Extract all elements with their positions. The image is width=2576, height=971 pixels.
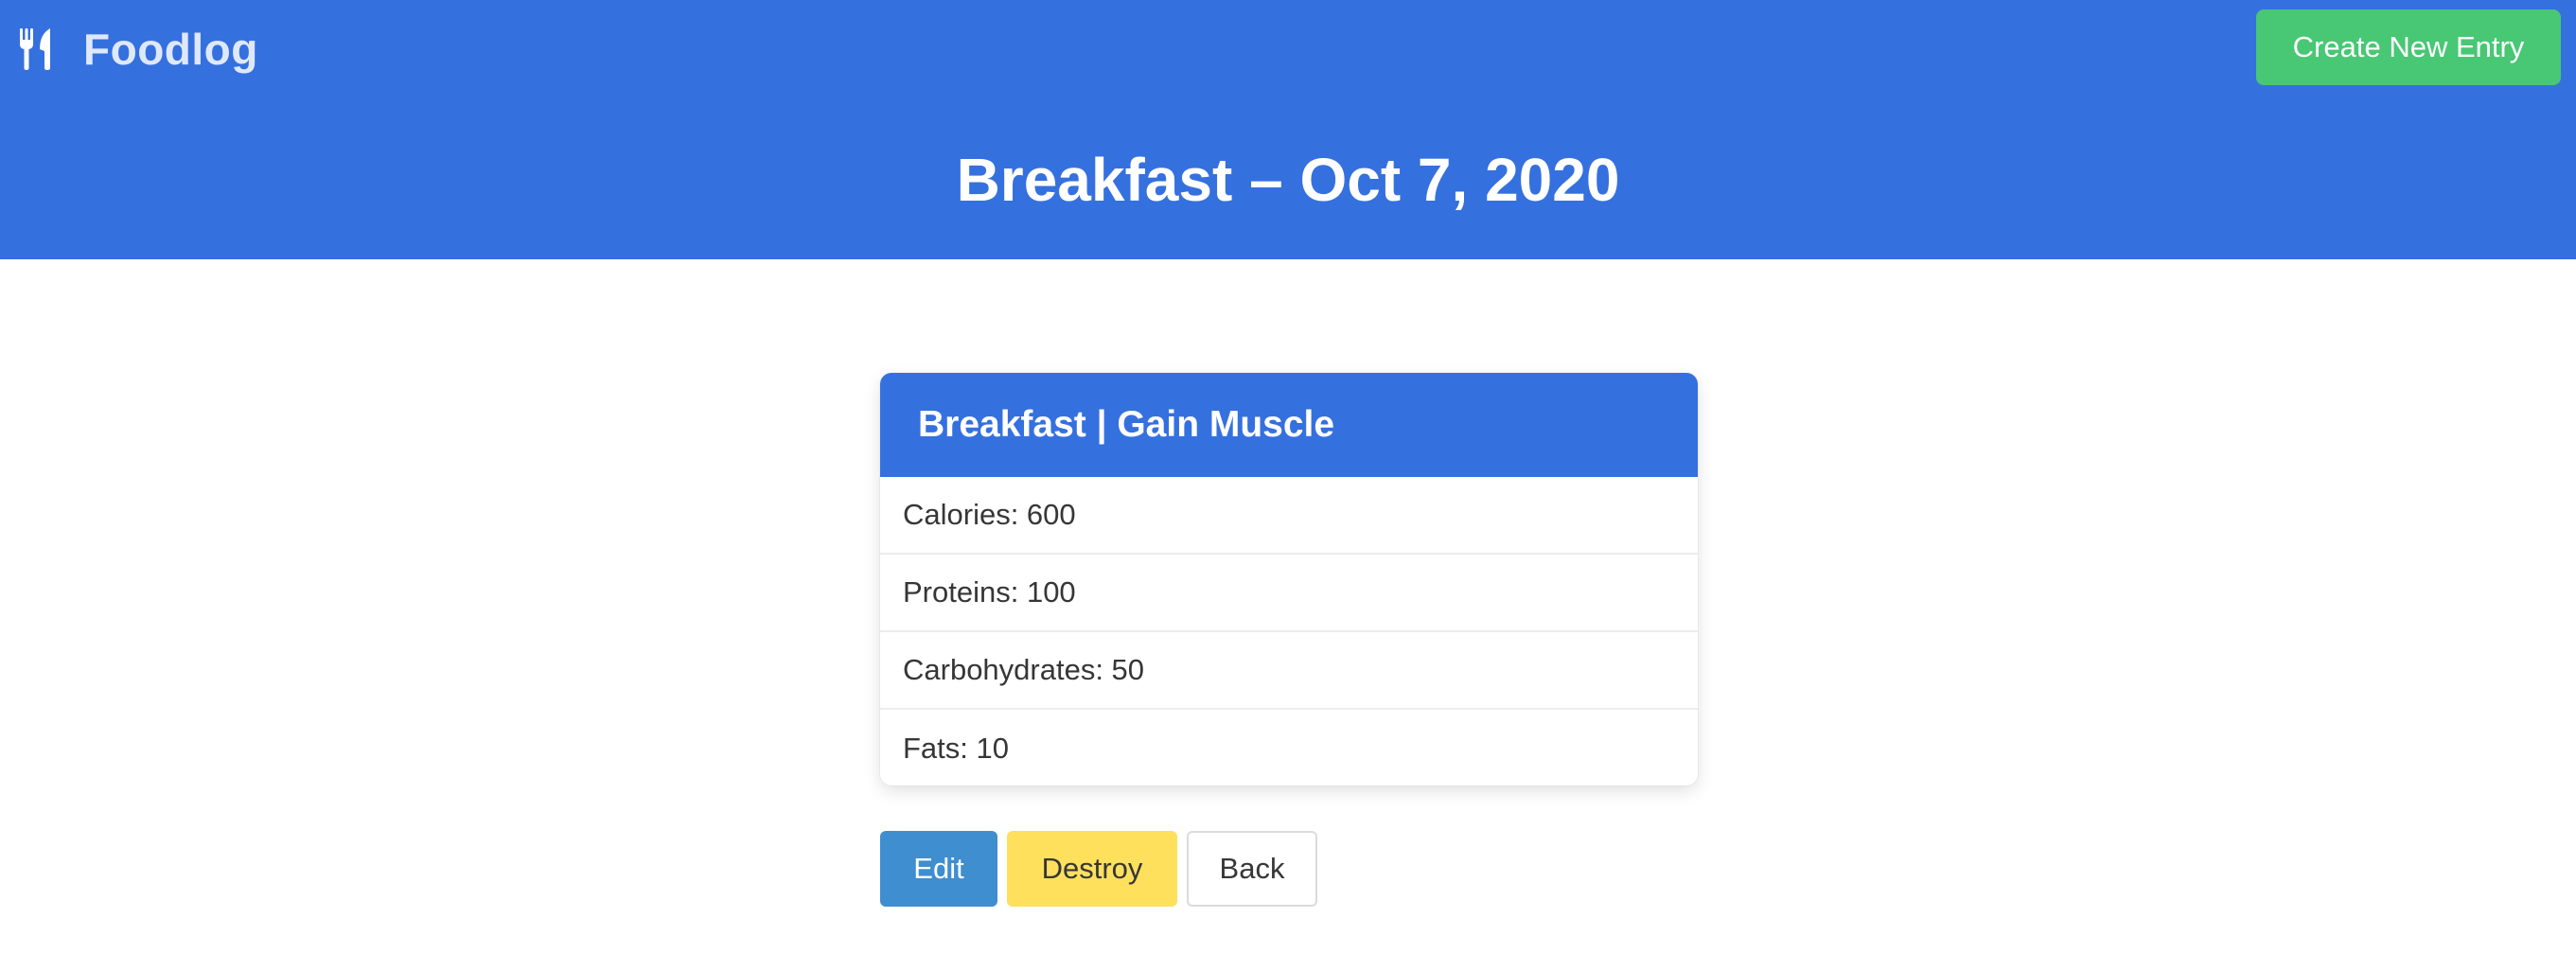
fats-row: Fats: 10: [903, 732, 1009, 765]
utensils-icon: [19, 28, 53, 70]
edit-button[interactable]: Edit: [880, 831, 997, 907]
destroy-button[interactable]: Destroy: [1007, 831, 1177, 907]
page-title: Breakfast – Oct 7, 2020: [956, 146, 1620, 214]
carbohydrates-row: Carbohydrates: 50: [880, 632, 1698, 710]
brand-link[interactable]: Foodlog: [19, 21, 258, 78]
back-button[interactable]: Back: [1187, 831, 1317, 907]
calories-row: Calories: 600: [880, 477, 1698, 555]
hero-banner: Foodlog Create New Entry Breakfast – Oct…: [0, 0, 2576, 259]
create-new-entry-button[interactable]: Create New Entry: [2256, 9, 2561, 85]
action-buttons: Edit Destroy Back: [880, 831, 1327, 907]
card-header: Breakfast | Gain Muscle: [880, 373, 1698, 477]
brand-name: Foodlog: [83, 25, 258, 74]
entry-card: Breakfast | Gain Muscle Calories: 600 Pr…: [880, 373, 1698, 786]
proteins-row: Proteins: 100: [880, 555, 1698, 632]
card-title: Breakfast | Gain Muscle: [918, 404, 1335, 445]
navbar: Foodlog Create New Entry: [0, 0, 2576, 98]
